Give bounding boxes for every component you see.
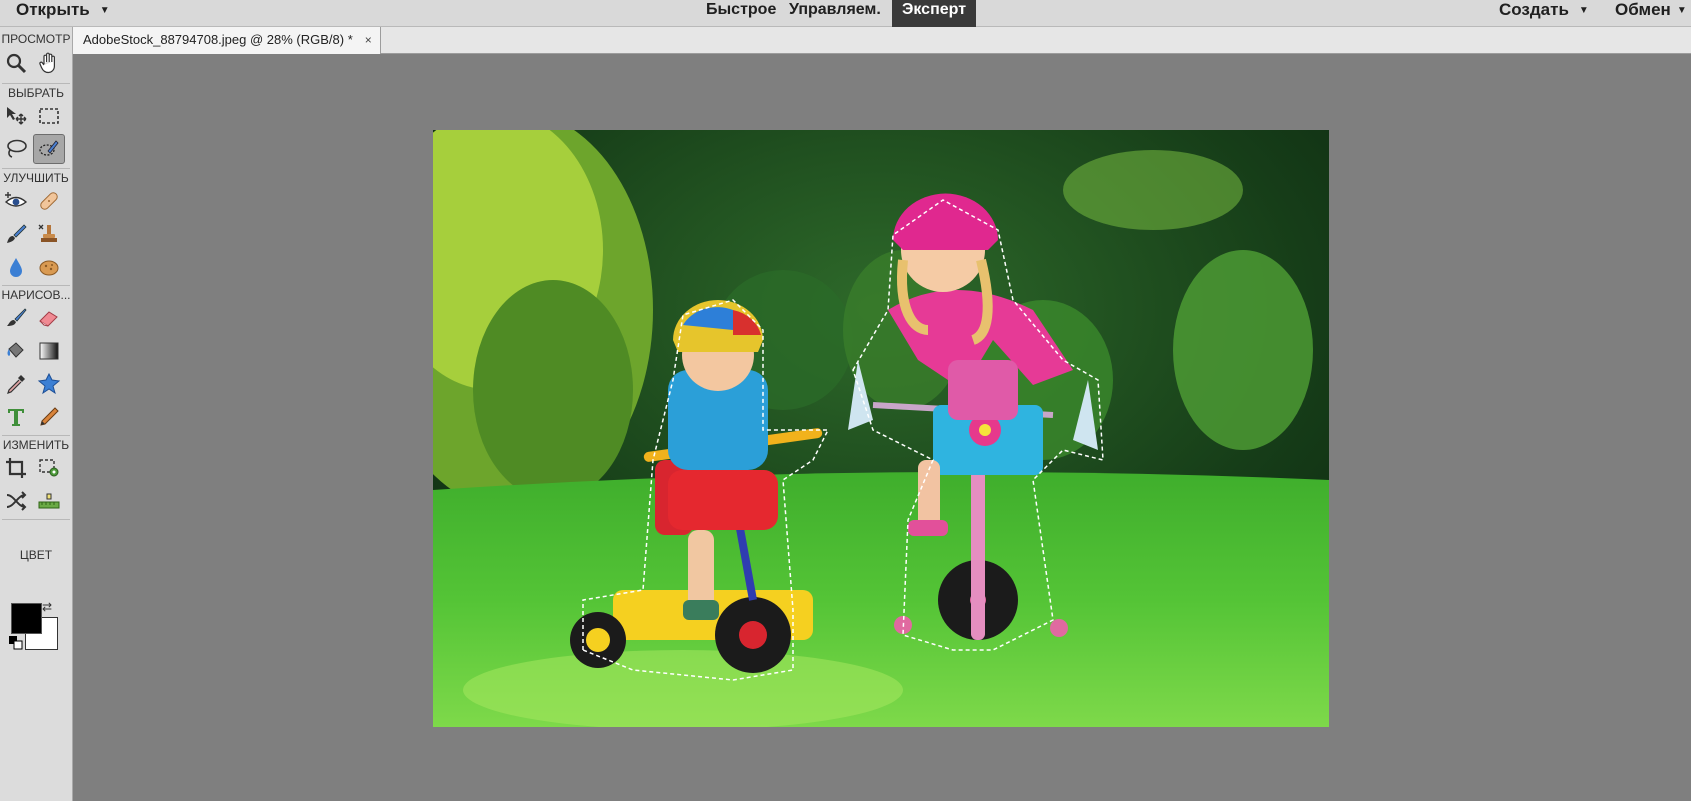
lasso-icon (7, 139, 27, 158)
mode-expert-tab[interactable]: Эксперт (892, 0, 977, 27)
share-menu[interactable]: Обмен ▼ (1615, 0, 1687, 26)
recompose-icon (39, 459, 59, 477)
eyedropper-icon (7, 375, 25, 394)
crop-icon (6, 458, 26, 478)
smart-brush-tool[interactable] (0, 219, 32, 249)
swap-colors-icon[interactable]: ⇄ (42, 600, 52, 614)
move-icon (7, 107, 27, 125)
create-menu-label: Создать (1499, 0, 1569, 19)
type-tool[interactable] (0, 402, 32, 432)
photo-image (433, 130, 1329, 727)
document-tab-bar: AdobeStock_88794708.jpeg @ 28% (RGB/8) *… (73, 27, 1691, 54)
pencil-icon (40, 407, 59, 426)
toolbox-divider (2, 435, 70, 436)
section-modify-label: ИЗМЕНИТЬ (2, 438, 70, 452)
content-aware-move-tool[interactable] (0, 486, 32, 516)
marquee-tool[interactable] (33, 101, 65, 131)
hand-icon (39, 52, 55, 74)
clone-stamp-tool[interactable] (33, 219, 65, 249)
share-menu-label: Обмен (1615, 0, 1671, 19)
eraser-tool[interactable] (33, 303, 65, 333)
brush-icon (7, 308, 27, 326)
spot-healing-icon (40, 192, 58, 210)
section-select-label: ВЫБРАТЬ (8, 86, 64, 100)
eraser-icon (39, 311, 58, 327)
content-aware-move-icon (6, 491, 27, 511)
brush-tool[interactable] (0, 303, 32, 333)
canvas-area[interactable] (73, 54, 1691, 801)
pencil-tool[interactable] (33, 402, 65, 432)
quick-selection-icon (39, 140, 59, 156)
straighten-tool[interactable] (33, 486, 65, 516)
move-tool[interactable] (0, 101, 32, 131)
eyedropper-tool[interactable] (0, 369, 32, 399)
sponge-icon (39, 260, 59, 276)
quick-selection-tool[interactable] (33, 134, 65, 164)
crop-tool[interactable] (0, 453, 32, 483)
document-tab-title: AdobeStock_88794708.jpeg @ 28% (RGB/8) * (83, 32, 353, 47)
red-eye-tool[interactable] (0, 186, 32, 216)
custom-shape-tool[interactable] (33, 369, 65, 399)
blur-tool[interactable] (0, 252, 32, 282)
section-color-label: ЦВЕТ (19, 548, 53, 562)
open-menu-label: Открыть (16, 0, 90, 19)
red-eye-icon (4, 192, 28, 207)
type-icon (8, 409, 24, 426)
paint-bucket-icon (7, 342, 24, 358)
document-tab[interactable]: AdobeStock_88794708.jpeg @ 28% (RGB/8) *… (73, 27, 381, 54)
chevron-down-icon: ▼ (1676, 4, 1687, 16)
foreground-color-swatch[interactable] (11, 603, 42, 634)
create-menu[interactable]: Создать ▼ (1499, 0, 1589, 26)
lasso-tool[interactable] (0, 134, 32, 164)
blur-icon (10, 258, 22, 277)
mode-quick-tab[interactable]: Быстрое (696, 0, 786, 27)
chevron-down-icon: ▼ (99, 4, 110, 16)
photo-canvas[interactable] (433, 130, 1329, 727)
sponge-tool[interactable] (33, 252, 65, 282)
spot-healing-tool[interactable] (33, 186, 65, 216)
gradient-tool[interactable] (33, 336, 65, 366)
clone-stamp-icon (38, 224, 57, 242)
section-view-label: ПРОСМОТР (1, 32, 71, 46)
default-colors-icon[interactable] (9, 636, 23, 650)
paint-bucket-tool[interactable] (0, 336, 32, 366)
close-icon[interactable]: × (365, 33, 372, 47)
marquee-icon (39, 108, 59, 124)
gradient-icon (39, 342, 59, 360)
toolbox-divider (2, 168, 70, 169)
smart-brush-icon (7, 224, 27, 243)
section-draw-label: НАРИСОВ... (1, 288, 71, 302)
menu-bar: Открыть ▼ Быстрое Управляем. Эксперт Созд… (0, 0, 1691, 27)
recompose-tool[interactable] (33, 453, 65, 483)
zoom-icon (6, 53, 27, 74)
hand-tool[interactable] (33, 48, 65, 78)
open-menu[interactable]: Открыть ▼ (16, 0, 110, 26)
toolbox-divider (2, 285, 70, 286)
toolbox: ПРОСМОТР ВЫБРАТЬ УЛУЧШИТЬ НАРИСОВ... ИЗМ… (0, 27, 73, 801)
chevron-down-icon: ▼ (1578, 4, 1589, 16)
straighten-icon (38, 493, 60, 509)
section-enhance-label: УЛУЧШИТЬ (3, 171, 69, 185)
toolbox-divider (2, 519, 70, 520)
mode-guided-tab[interactable]: Управляем. (779, 0, 891, 27)
toolbox-divider (2, 83, 70, 84)
zoom-tool[interactable] (0, 48, 32, 78)
custom-shape-icon (37, 372, 61, 395)
